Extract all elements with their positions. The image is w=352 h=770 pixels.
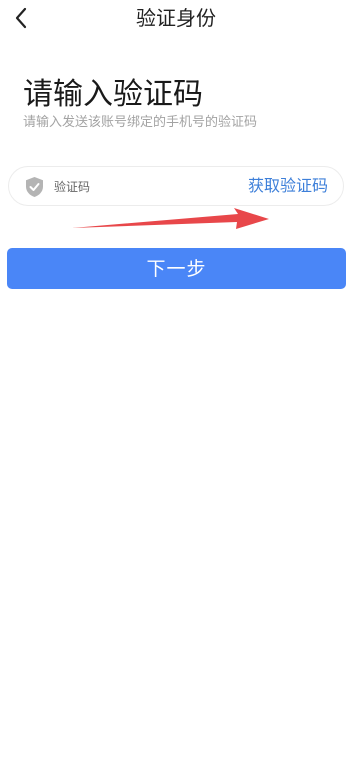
navigation-bar: 验证身份 xyxy=(0,0,352,38)
verification-subheading: 请输入发送该账号绑定的手机号的验证码 xyxy=(23,115,258,130)
shield-check-icon xyxy=(26,177,43,197)
verification-heading: 请输入验证码 xyxy=(23,77,203,112)
page-title: 验证身份 xyxy=(136,6,216,30)
next-button-label: 下一步 xyxy=(146,257,207,280)
red-arrow-icon xyxy=(72,208,269,229)
verification-code-input[interactable] xyxy=(54,176,234,198)
get-code-button[interactable]: 获取验证码 xyxy=(248,175,328,197)
next-button[interactable]: 下一步 xyxy=(7,248,346,289)
